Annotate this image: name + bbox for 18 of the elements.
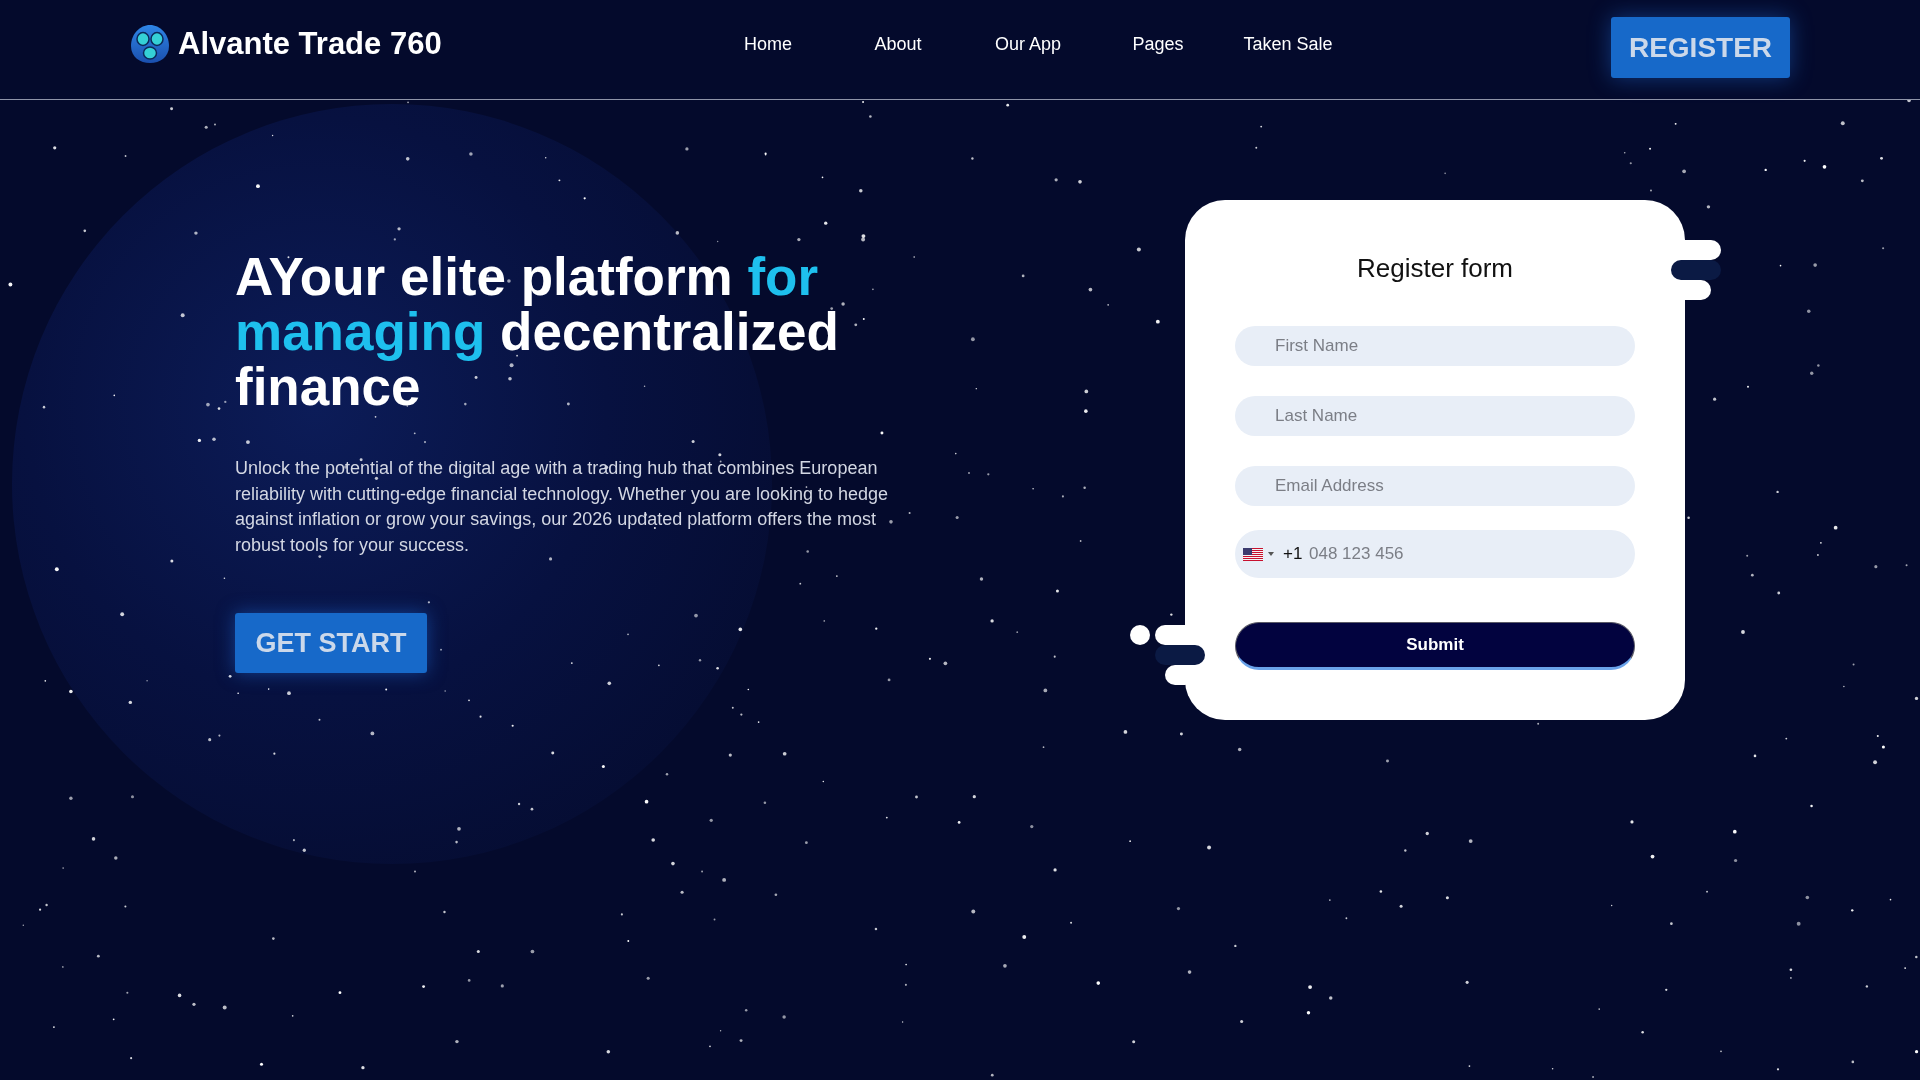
logo-icon xyxy=(130,23,170,64)
text-input[interactable]: Last Name xyxy=(1235,396,1635,436)
text-input[interactable]: First Name xyxy=(1235,326,1635,366)
nav-link[interactable]: Home xyxy=(744,31,792,56)
caret-down-icon xyxy=(1268,552,1274,556)
register-button[interactable]: REGISTER xyxy=(1611,17,1790,78)
hero-headline: AYour elite platform for managing decentralized finance xyxy=(235,249,840,414)
brand-name: Alvante Trade 760 xyxy=(178,24,442,63)
nav-link[interactable]: Taken Sale xyxy=(1243,31,1333,56)
nav-link[interactable]: Pages xyxy=(1132,31,1184,56)
hero-description: Unlock the potential of the digital age with a trading hub that combines European reliability with cutting-edge financial technology. Whether you are looking to hedge against inflation or grow your savings, our 2026 updated platform offers the most robust tools for your success. xyxy=(235,457,890,557)
submit-button[interactable]: Submit xyxy=(1235,622,1635,670)
dial-code: +1 xyxy=(1283,543,1303,565)
nav-link[interactable]: About xyxy=(874,31,922,56)
nav-link[interactable]: Our App xyxy=(994,31,1061,56)
text-input[interactable]: Email Address xyxy=(1235,466,1635,506)
form-title: Register form xyxy=(1355,252,1514,285)
get-start-button[interactable]: GET START xyxy=(235,613,427,673)
